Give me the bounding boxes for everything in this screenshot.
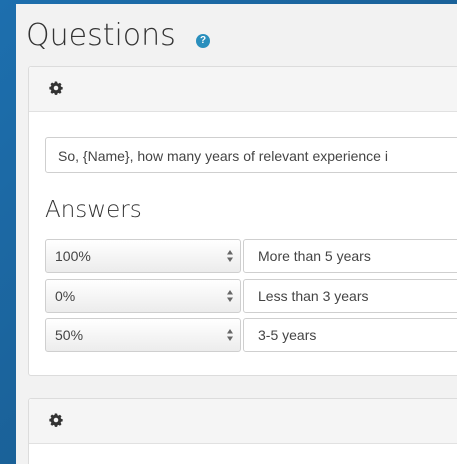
questions-page: Questions ? So, {Name}, how many years o… bbox=[16, 4, 457, 464]
answer-row: 100% More than 5 years bbox=[45, 239, 457, 273]
answer-text-input[interactable]: More than 5 years bbox=[243, 239, 457, 273]
answer-score-select[interactable]: 50% bbox=[45, 318, 241, 352]
gear-icon[interactable] bbox=[49, 81, 63, 95]
answer-score-value: 0% bbox=[55, 288, 76, 304]
answer-row: 50% 3-5 years bbox=[45, 318, 457, 352]
question-card bbox=[28, 398, 457, 464]
gear-icon[interactable] bbox=[49, 413, 63, 427]
select-arrows-icon bbox=[227, 290, 233, 302]
answer-text-input[interactable]: Less than 3 years bbox=[243, 279, 457, 313]
question-card: So, {Name}, how many years of relevant e… bbox=[28, 66, 457, 376]
answers-heading: Answers bbox=[45, 197, 142, 223]
help-icon[interactable]: ? bbox=[196, 34, 210, 48]
page-title: Questions bbox=[26, 18, 176, 53]
answer-score-select[interactable]: 0% bbox=[45, 279, 241, 313]
answer-score-value: 100% bbox=[55, 248, 91, 264]
question-card-header bbox=[29, 67, 457, 112]
answer-row: 0% Less than 3 years bbox=[45, 279, 457, 313]
question-text-input[interactable]: So, {Name}, how many years of relevant e… bbox=[45, 137, 457, 173]
question-card-header bbox=[29, 399, 457, 444]
answer-score-value: 50% bbox=[55, 327, 84, 343]
answer-score-select[interactable]: 100% bbox=[45, 239, 241, 273]
select-arrows-icon bbox=[227, 329, 233, 341]
answer-text-input[interactable]: 3-5 years bbox=[243, 318, 457, 352]
select-arrows-icon bbox=[227, 250, 233, 262]
